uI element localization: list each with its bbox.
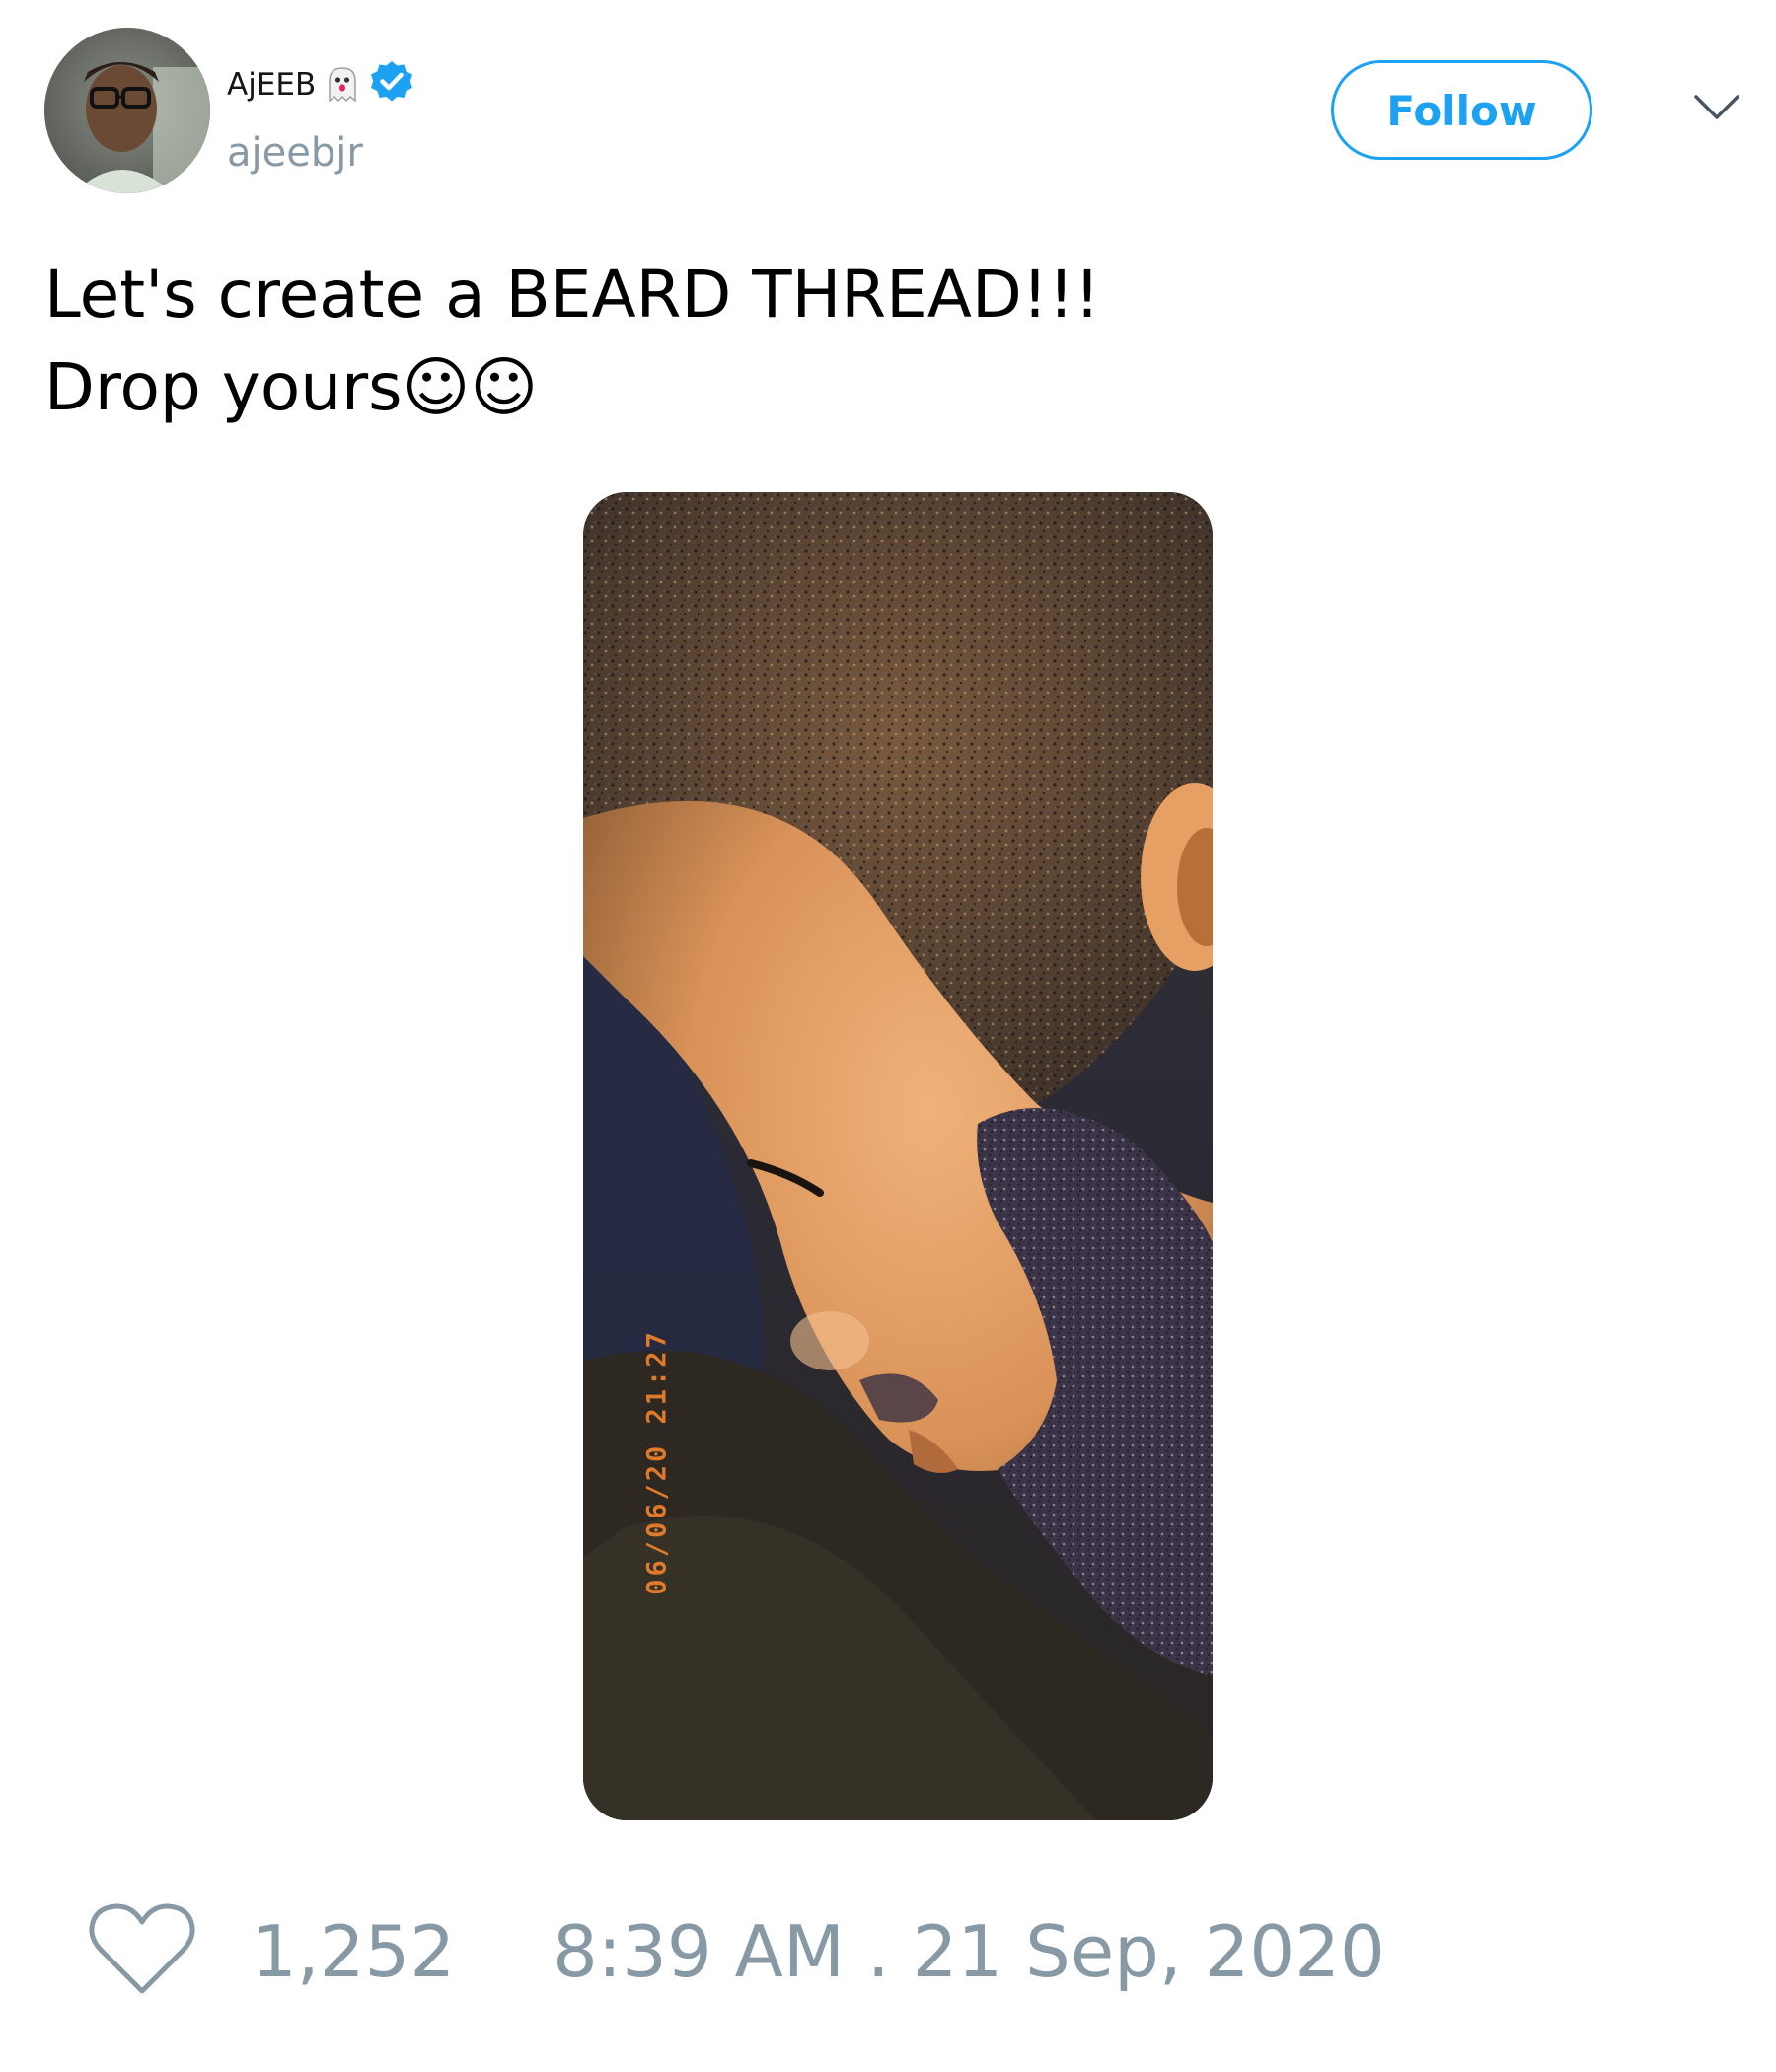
handle[interactable]: ajeebjr bbox=[227, 130, 363, 176]
tweet-text: Let's create a BEARD THREAD!!! Drop your… bbox=[44, 249, 1722, 434]
tweet-text-line: Let's create a BEARD THREAD!!! bbox=[44, 257, 1101, 333]
photo-date-stamp: 06/06/20 21:27 bbox=[641, 1329, 673, 1595]
ghost-icon bbox=[329, 67, 356, 103]
avatar[interactable] bbox=[44, 28, 210, 193]
heart-outline-icon[interactable] bbox=[89, 1902, 195, 1997]
display-name[interactable]: AjEEB bbox=[227, 67, 316, 103]
chevron-down-icon[interactable] bbox=[1693, 93, 1740, 122]
follow-button[interactable]: Follow bbox=[1331, 60, 1592, 160]
avatar-photo bbox=[44, 28, 210, 193]
like-count: 1,252 bbox=[252, 1910, 456, 1993]
tweet-photo[interactable] bbox=[583, 492, 1213, 1820]
tweet-text-line: Drop yours☺☺ bbox=[44, 349, 539, 425]
photo-image bbox=[583, 492, 1213, 1820]
verified-badge-icon bbox=[371, 61, 412, 102]
tweet-timestamp[interactable]: 8:39 AM . 21 Sep, 2020 bbox=[553, 1912, 1385, 1991]
